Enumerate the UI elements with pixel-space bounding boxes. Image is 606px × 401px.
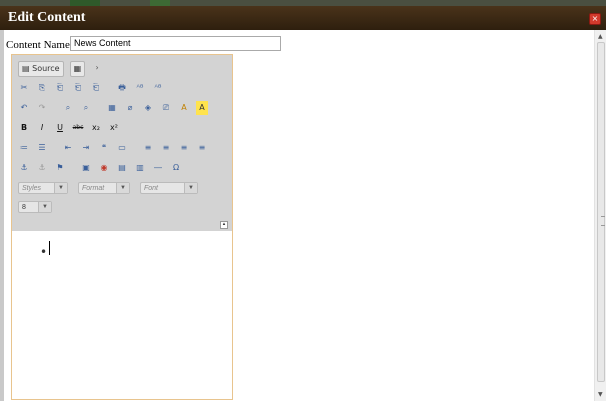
chevron-down-icon: ▼ [38, 202, 51, 212]
italic-button[interactable]: I [36, 121, 48, 135]
bold-button[interactable]: B [18, 121, 30, 135]
rich-text-editor: ▤ Source ▦ › ✂ ⎘ ⎗ ⎗ ⎗ 🖶 ᴬᴮ ᴬᴮ ↶ ↷ ⌕ ⌕ ▦… [11, 54, 233, 400]
anchor-icon[interactable]: ⚑ [54, 161, 66, 175]
insert-table-icon[interactable]: ▤ [116, 161, 128, 175]
remove-format-icon[interactable]: ⌀ [124, 101, 136, 115]
chevron-down-icon: ▼ [54, 183, 67, 193]
indent-icon[interactable]: ⇥ [80, 141, 92, 155]
source-document-icon: ▤ [22, 64, 33, 73]
cut-icon[interactable]: ✂ [18, 81, 30, 95]
list-bullet: • [40, 245, 48, 259]
close-icon[interactable]: × [589, 13, 601, 25]
content-name-input[interactable]: News Content [70, 36, 281, 51]
underline-button[interactable]: U [54, 121, 66, 135]
paste-word-icon[interactable]: ⎗ [90, 81, 102, 95]
subscript-button[interactable]: x₂ [90, 121, 102, 135]
templates-button[interactable]: ▦ [69, 61, 86, 77]
text-caret [49, 241, 50, 255]
insert-flash-icon[interactable]: ◉ [98, 161, 110, 175]
unlink-icon[interactable]: ⚓ [36, 161, 48, 175]
insert-smiley-icon[interactable]: ▥ [134, 161, 146, 175]
scroll-down-icon[interactable]: ▼ [598, 391, 603, 398]
bulleted-list-icon[interactable]: ☰ [36, 141, 48, 155]
numbered-list-icon[interactable]: ≔ [18, 141, 30, 155]
replace-icon[interactable]: ⌕ [80, 101, 92, 115]
dialog-scrollbar[interactable]: ▲ ▼ [594, 30, 606, 401]
toolbar-row-4: B I U abc x₂ x² [18, 121, 122, 137]
toolbar-collapse-handle[interactable]: ▴ [220, 221, 228, 229]
format-dropdown[interactable]: Format ▼ [78, 182, 130, 194]
toolbar-row-1: ▤ Source ▦ › [18, 61, 105, 77]
paste-text-icon[interactable]: ⎗ [72, 81, 84, 95]
chevron-down-icon: ▼ [116, 183, 129, 193]
styles-dropdown[interactable]: Styles ▼ [18, 182, 68, 194]
align-right-icon[interactable]: ≡ [178, 141, 190, 155]
scrollbar-thumb[interactable] [597, 42, 605, 382]
spellcheck-icon[interactable]: ᴬᴮ [134, 81, 146, 95]
select-all-icon[interactable]: ▦ [106, 101, 118, 115]
outdent-icon[interactable]: ⇤ [62, 141, 74, 155]
horizontal-rule-icon[interactable]: ― [152, 161, 164, 175]
copy-icon[interactable]: ⎘ [36, 81, 48, 95]
content-name-label: Content Name: [6, 39, 73, 51]
editor-toolbar: ▤ Source ▦ › ✂ ⎘ ⎗ ⎗ ⎗ 🖶 ᴬᴮ ᴬᴮ ↶ ↷ ⌕ ⌕ ▦… [12, 55, 232, 231]
flash-icon[interactable]: ⎚ [160, 101, 172, 115]
strikethrough-button[interactable]: abc [72, 121, 84, 135]
find-icon[interactable]: ⌕ [62, 101, 74, 115]
toolbar-row-5: ≔ ☰ ⇤ ⇥ ❝ ▭ ≡ ≡ ≡ ≡ [18, 141, 210, 157]
font-size-dropdown[interactable]: 8 ▼ [18, 201, 52, 213]
align-center-icon[interactable]: ≡ [160, 141, 172, 155]
background-color-icon[interactable]: A [196, 101, 208, 115]
special-char-icon[interactable]: Ω [170, 161, 182, 175]
source-button[interactable]: ▤ Source [18, 61, 64, 77]
toolbar-row-8: 8 ▼ [18, 201, 58, 217]
text-color-icon[interactable]: A [178, 101, 190, 115]
redo-icon[interactable]: ↷ [36, 101, 48, 115]
dialog-titlebar: Edit Content × [0, 6, 606, 30]
align-left-icon[interactable]: ≡ [142, 141, 154, 155]
image-icon[interactable]: ◈ [142, 101, 154, 115]
format-placeholder: Format [82, 185, 105, 192]
toolbar-row-6: ⚓ ⚓ ⚑ ▣ ◉ ▤ ▥ ― Ω [18, 161, 184, 177]
font-size-value: 8 [22, 204, 26, 211]
styles-placeholder: Styles [22, 185, 42, 192]
font-placeholder: Font [144, 185, 159, 192]
undo-icon[interactable]: ↶ [18, 101, 30, 115]
spellcheck-dropdown-icon[interactable]: ᴬᴮ [152, 81, 164, 95]
insert-image-icon[interactable]: ▣ [80, 161, 92, 175]
blockquote-icon[interactable]: ❝ [98, 141, 110, 155]
toolbar-row-2: ✂ ⎘ ⎗ ⎗ ⎗ 🖶 ᴬᴮ ᴬᴮ [18, 81, 166, 97]
font-dropdown[interactable]: Font ▼ [140, 182, 198, 194]
source-label: Source [32, 64, 60, 73]
toolbar-row-7: Styles ▼ Format ▼ Font ▼ [18, 182, 204, 198]
dialog-title: Edit Content [8, 10, 86, 25]
div-container-icon[interactable]: ▭ [116, 141, 128, 155]
print-icon[interactable]: 🖶 [116, 81, 128, 95]
justify-icon[interactable]: ≡ [196, 141, 208, 155]
superscript-button[interactable]: x² [108, 121, 120, 135]
toolbar-collapse-icon[interactable]: › [91, 61, 103, 75]
paste-icon[interactable]: ⎗ [54, 81, 66, 95]
link-icon[interactable]: ⚓ [18, 161, 30, 175]
toolbar-row-3: ↶ ↷ ⌕ ⌕ ▦ ⌀ ◈ ⎚ A A [18, 101, 210, 117]
scroll-up-icon[interactable]: ▲ [598, 33, 603, 40]
chevron-down-icon: ▼ [184, 183, 197, 193]
